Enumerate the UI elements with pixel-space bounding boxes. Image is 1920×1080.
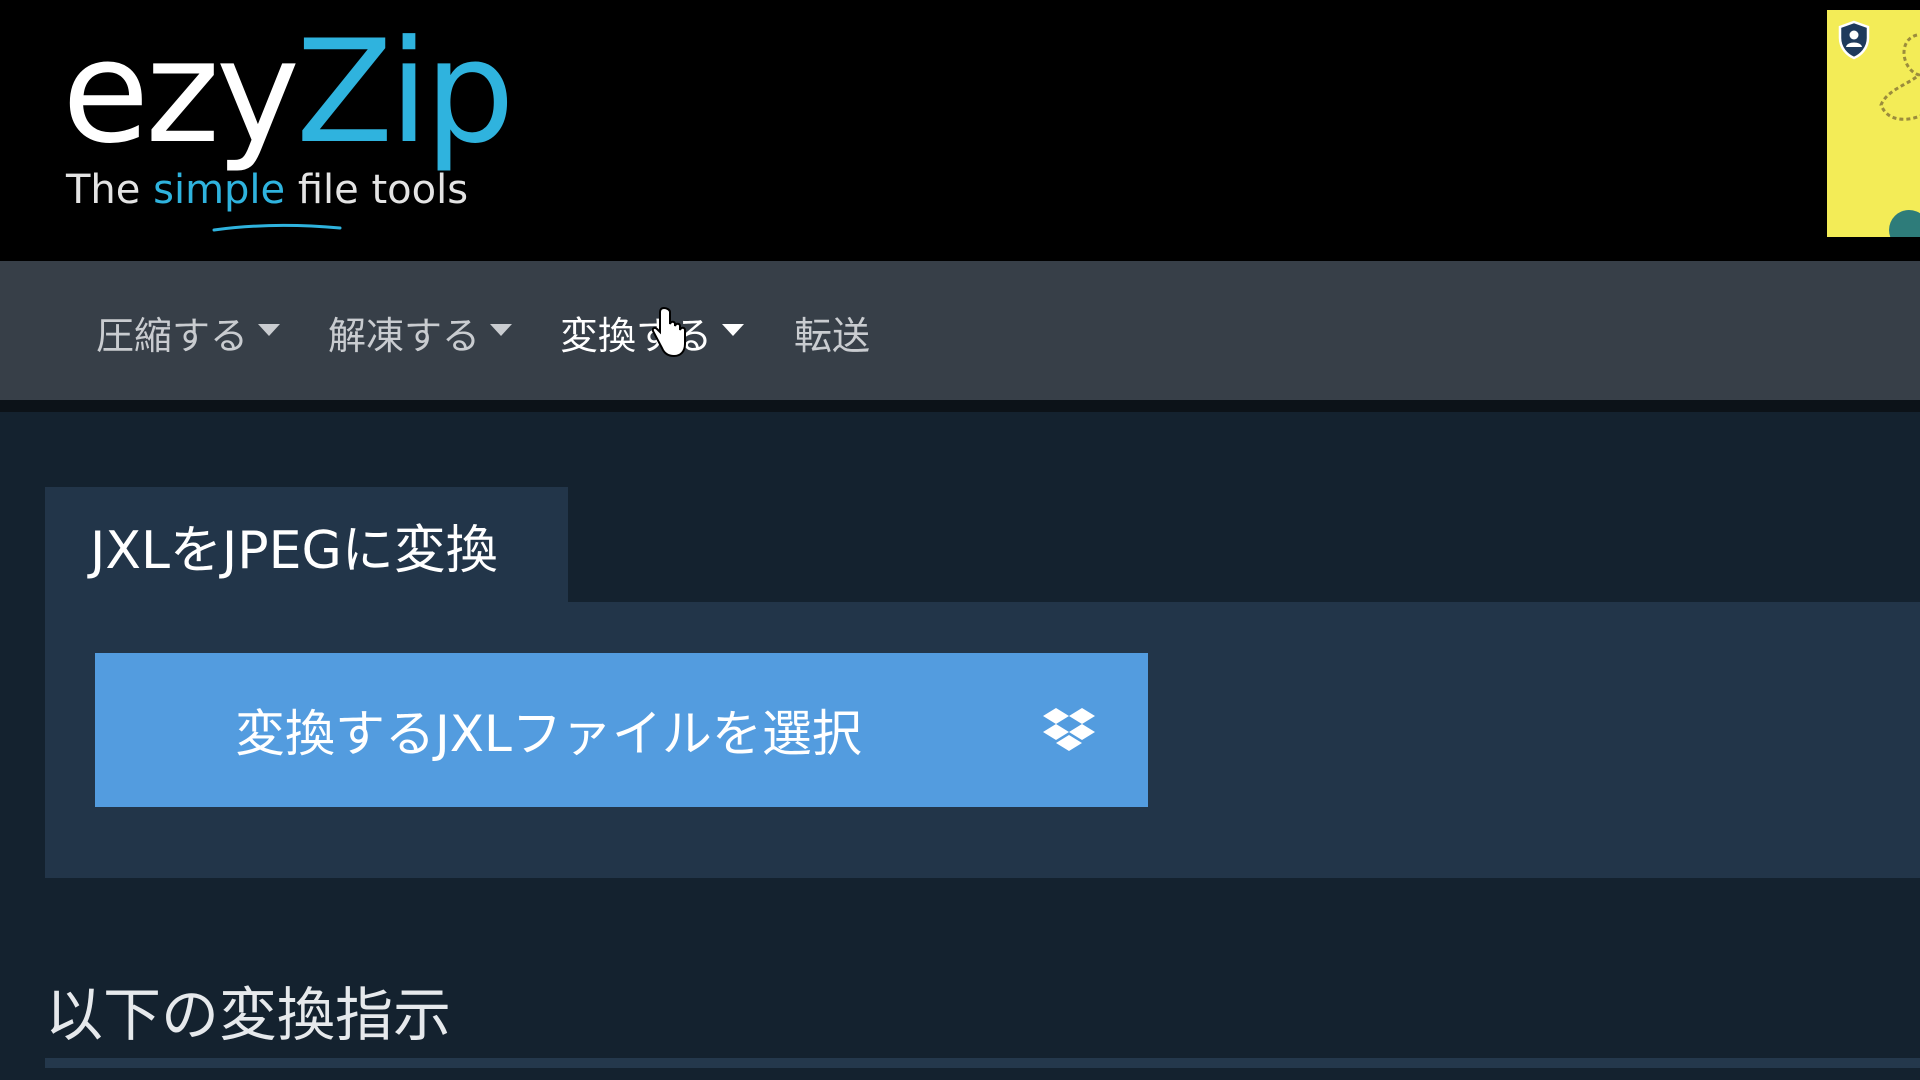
nav-item-label: 圧縮する xyxy=(96,313,249,358)
ad-decoration-blob xyxy=(1889,210,1920,237)
logo-tagline: The simple file tools xyxy=(66,166,468,214)
tool-title: JXLをJPEGに変換 xyxy=(90,520,498,581)
section-divider xyxy=(45,1058,1920,1068)
nav-item-transfer[interactable]: 転送 xyxy=(794,305,870,359)
doodle-outline xyxy=(1879,33,1920,121)
site-header: ezyZip The simple file tools xyxy=(0,0,1920,261)
caret-down-icon xyxy=(490,324,513,336)
caret-down-icon xyxy=(258,324,281,336)
nav-item-compress[interactable]: 圧縮する xyxy=(96,305,281,359)
logo-brand-part2: Zip xyxy=(295,10,515,175)
nav-item-convert[interactable]: 変換する xyxy=(560,305,745,359)
nav-item-label: 解凍する xyxy=(328,313,481,358)
select-jxl-file-button[interactable]: 変換するJXLファイルを選択 xyxy=(95,653,1148,807)
logo-wordmark: ezyZip xyxy=(62,18,515,168)
caret-down-icon xyxy=(722,324,745,336)
dropbox-icon[interactable] xyxy=(1043,706,1095,754)
nav-item-extract[interactable]: 解凍する xyxy=(328,305,513,359)
tagline-accent: simple xyxy=(153,167,286,213)
ad-thumbnail[interactable] xyxy=(1827,10,1920,237)
shield-user-icon xyxy=(1838,20,1870,60)
tagline-suffix: file tools xyxy=(285,167,469,213)
tagline-underline-swoosh xyxy=(212,223,342,232)
main-navbar xyxy=(0,261,1920,400)
ezyzip-logo[interactable]: ezyZip The simple file tools xyxy=(62,18,515,232)
nav-item-label: 変換する xyxy=(560,313,713,358)
nav-item-label: 転送 xyxy=(794,313,871,358)
logo-brand-part1: ezy xyxy=(62,10,300,175)
navbar-divider xyxy=(0,400,1920,412)
tagline-prefix: The xyxy=(66,167,154,213)
select-button-label: 変換するJXLファイルを選択 xyxy=(235,705,862,763)
instructions-heading: 以下の変換指示 xyxy=(45,981,452,1049)
tool-tab: JXLをJPEGに変換 xyxy=(45,487,568,603)
